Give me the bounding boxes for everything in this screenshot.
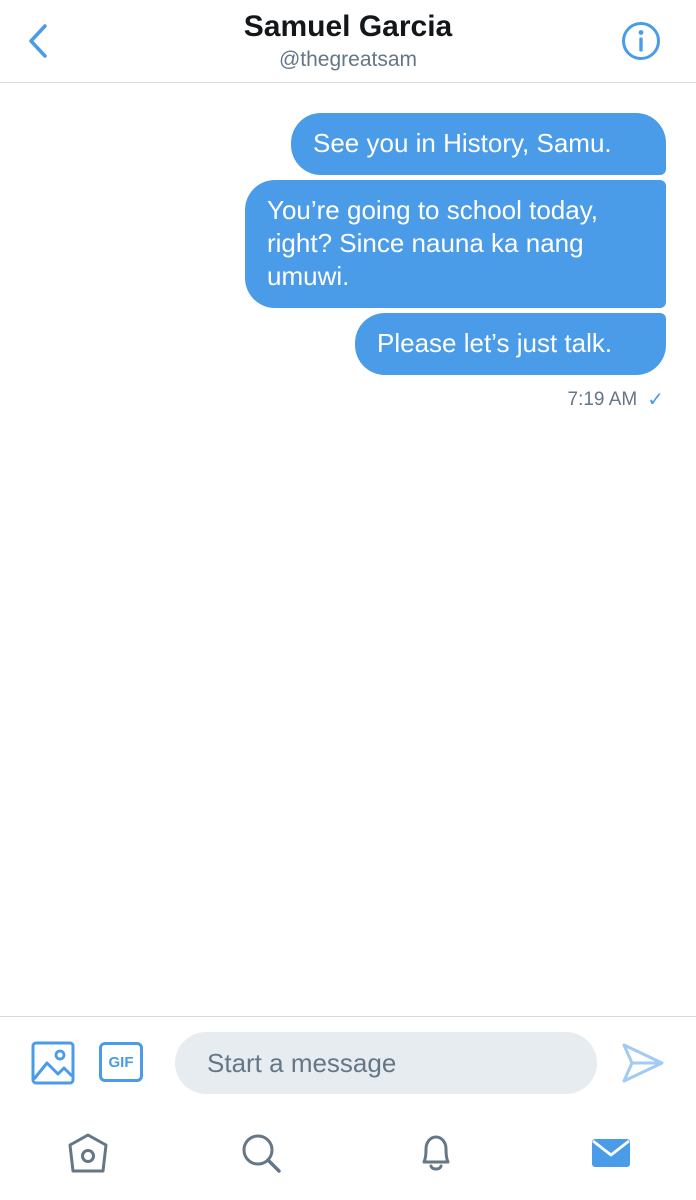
home-icon <box>68 1133 108 1173</box>
info-icon <box>622 22 660 60</box>
contact-handle: @thegreatsam <box>278 48 418 71</box>
tab-messages[interactable] <box>586 1128 636 1178</box>
tab-home[interactable] <box>63 1128 113 1178</box>
info-button[interactable] <box>620 20 662 62</box>
add-gif-button[interactable]: GIF <box>99 1042 143 1082</box>
tab-notifications[interactable] <box>411 1128 461 1178</box>
search-icon <box>242 1134 281 1173</box>
message-composer: GIF <box>0 1016 696 1111</box>
message-thread[interactable]: See you in History, Samu. You’re going t… <box>0 83 696 1016</box>
bell-icon <box>422 1135 450 1171</box>
message-input[interactable] <box>175 1032 597 1094</box>
tab-search[interactable] <box>236 1128 286 1178</box>
tab-bar <box>0 1110 696 1200</box>
conversation-header: Samuel Garcia @thegreatsam <box>0 0 696 83</box>
mail-icon <box>592 1139 630 1167</box>
message-bubble-sent[interactable]: Please let’s just talk. <box>355 313 666 375</box>
conversation-title-block[interactable]: Samuel Garcia @thegreatsam <box>0 9 696 73</box>
send-icon <box>622 1043 664 1083</box>
read-check-icon: ✓ <box>647 389 664 411</box>
image-icon <box>31 1041 75 1085</box>
message-bubble-sent[interactable]: You’re going to school today, right? Sin… <box>245 180 666 308</box>
message-timestamp: 7:19 AM <box>567 388 638 410</box>
message-bubble-sent[interactable]: See you in History, Samu. <box>291 113 666 175</box>
add-photo-button[interactable] <box>31 1041 75 1085</box>
message-meta: 7:19 AM ✓ <box>568 387 664 412</box>
send-button[interactable] <box>620 1041 666 1085</box>
contact-name: Samuel Garcia <box>243 10 453 43</box>
